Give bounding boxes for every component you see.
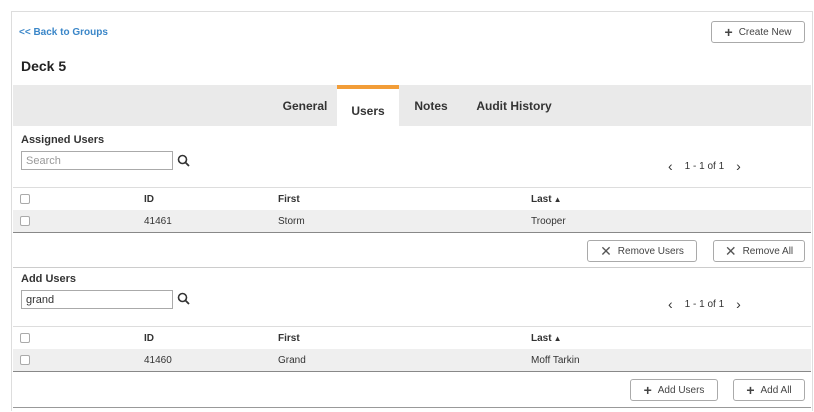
section-divider — [13, 267, 811, 268]
cell-id: 41460 — [144, 354, 172, 366]
col-header-id[interactable]: ID — [144, 333, 154, 344]
row-checkbox[interactable] — [20, 355, 30, 365]
search-icon[interactable] — [177, 154, 191, 168]
assigned-pager: ‹ 1 - 1 of 1 › — [662, 158, 747, 174]
table-row[interactable]: 41461 Storm Trooper — [13, 210, 811, 233]
cell-last: Trooper — [531, 215, 566, 227]
assigned-search-input[interactable] — [21, 151, 173, 170]
add-users-search-input[interactable] — [21, 290, 173, 309]
add-users-table: ID First Last ▲ 41460 Grand Moff Tarkin — [13, 326, 811, 372]
plus-icon: + — [724, 24, 733, 40]
bottom-divider — [13, 407, 811, 408]
remove-all-button[interactable]: ✕ Remove All — [713, 240, 805, 262]
cell-id: 41461 — [144, 215, 172, 227]
add-users-pager: ‹ 1 - 1 of 1 › — [662, 296, 747, 312]
row-checkbox[interactable] — [20, 216, 30, 226]
cell-first: Storm — [278, 215, 305, 227]
col-header-first[interactable]: First — [278, 194, 300, 205]
col-header-first[interactable]: First — [278, 333, 300, 344]
tab-general[interactable]: General — [275, 85, 335, 126]
plus-icon: + — [746, 382, 755, 398]
tab-users[interactable]: Users — [337, 85, 399, 126]
assigned-users-title: Assigned Users — [21, 134, 105, 146]
select-all-checkbox[interactable] — [20, 194, 30, 204]
tab-audit-history[interactable]: Audit History — [469, 85, 559, 126]
remove-users-button[interactable]: ✕ Remove Users — [587, 240, 697, 262]
col-header-last[interactable]: Last ▲ — [531, 194, 561, 205]
tab-bar: General Users Notes Audit History — [13, 85, 811, 126]
close-icon: ✕ — [724, 243, 737, 259]
col-header-last[interactable]: Last ▲ — [531, 333, 561, 344]
assigned-users-table: ID First Last ▲ 41461 Storm Trooper — [13, 187, 811, 233]
create-new-button[interactable]: + Create New — [711, 21, 805, 43]
table-row[interactable]: 41460 Grand Moff Tarkin — [13, 349, 811, 372]
add-users-button[interactable]: + Add Users — [630, 379, 718, 401]
create-new-label: Create New — [738, 26, 792, 38]
cell-last: Moff Tarkin — [531, 354, 580, 366]
tab-notes[interactable]: Notes — [409, 85, 453, 126]
chevron-right-icon[interactable]: › — [730, 158, 747, 174]
table-header-row: ID First Last ▲ — [13, 187, 811, 210]
add-all-button[interactable]: + Add All — [733, 379, 805, 401]
back-to-groups-link[interactable]: << Back to Groups — [19, 27, 108, 38]
add-pager-text: 1 - 1 of 1 — [684, 298, 725, 310]
table-header-row: ID First Last ▲ — [13, 326, 811, 349]
chevron-left-icon[interactable]: ‹ — [662, 158, 679, 174]
sort-asc-icon: ▲ — [553, 194, 562, 204]
close-icon: ✕ — [600, 243, 612, 259]
sort-asc-icon: ▲ — [553, 333, 562, 343]
cell-first: Grand — [278, 354, 306, 366]
plus-icon: + — [643, 382, 652, 398]
chevron-left-icon[interactable]: ‹ — [662, 296, 679, 312]
col-header-id[interactable]: ID — [144, 194, 154, 205]
chevron-right-icon[interactable]: › — [730, 296, 747, 312]
select-all-checkbox[interactable] — [20, 333, 30, 343]
add-users-title: Add Users — [21, 273, 77, 285]
assigned-pager-text: 1 - 1 of 1 — [684, 160, 725, 172]
search-icon[interactable] — [177, 292, 191, 306]
page-title: Deck 5 — [21, 58, 67, 74]
